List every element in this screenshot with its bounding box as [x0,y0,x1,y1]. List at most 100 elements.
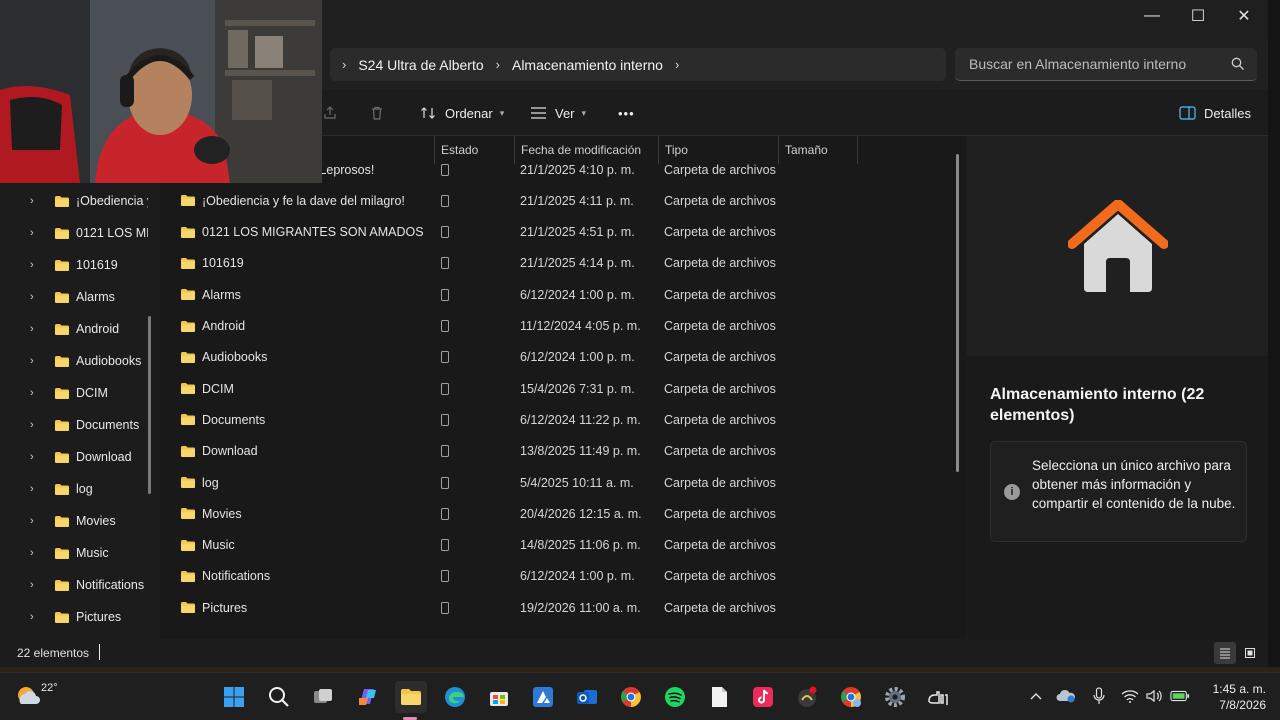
file-row[interactable]: Pictures 19/2/2026 11:00 a. m. Carpeta de … [160,592,955,623]
settings-icon[interactable] [879,681,911,713]
dji-icon[interactable] [923,681,955,713]
nav-item[interactable]: › Movies [0,506,150,536]
chrome-profile-icon[interactable] [835,681,867,713]
weather-widget[interactable]: 22° [14,681,58,707]
breadcrumb-separator[interactable]: › [675,57,679,72]
delete-button[interactable] [369,90,385,136]
details-button[interactable]: Detalles [1179,90,1251,136]
file-row[interactable]: 0121 LOS MIGRANTES SON AMADOS P... 21/1/2… [160,217,955,248]
minimize-button[interactable]: — [1129,0,1175,32]
notepad-icon[interactable] [703,681,735,713]
chevron-up-icon[interactable] [1026,686,1046,706]
maximize-button[interactable]: ☐ [1175,0,1221,32]
wifi-icon[interactable] [1120,686,1140,706]
breadcrumb[interactable]: › S24 Ultra de Alberto › Almacenamiento … [330,48,946,81]
chevron-right-icon[interactable]: › [30,547,42,559]
task-view-icon[interactable] [307,681,339,713]
nav-item[interactable]: › Pictures [0,602,150,632]
file-name-cell: Audiobooks [180,342,425,373]
more-options-button[interactable]: ••• [618,90,635,136]
chrome-icon[interactable] [615,681,647,713]
chevron-right-icon[interactable]: › [30,227,42,239]
share-button[interactable] [322,90,338,136]
breadcrumb-item-device[interactable]: S24 Ultra de Alberto [358,57,483,73]
store-icon[interactable] [483,681,515,713]
search-icon[interactable] [1231,57,1245,71]
file-name-cell: ¡Obediencia y fe la dave del milagro! [180,185,425,216]
chevron-right-icon[interactable]: › [30,419,42,431]
breadcrumb-separator[interactable]: › [496,57,500,72]
view-button[interactable]: Ver ▾ [530,90,586,136]
chevron-right-icon[interactable]: › [30,579,42,591]
chevron-right-icon[interactable]: › [30,355,42,367]
chevron-right-icon[interactable]: › [30,451,42,463]
battery-icon[interactable] [1170,686,1190,706]
nav-item[interactable]: › Download [0,442,150,472]
file-explorer-icon[interactable] [395,681,427,713]
file-row[interactable]: 101619 21/1/2025 4:14 p. m. Carpeta de arc… [160,248,955,279]
chevron-right-icon[interactable]: › [30,259,42,271]
file-row[interactable]: DCIM 15/4/2026 7:31 p. m. Carpeta de archi… [160,373,955,404]
chevron-right-icon[interactable]: › [30,483,42,495]
file-row[interactable]: Audiobooks 6/12/2024 1:00 p. m. Carpeta de… [160,342,955,373]
breadcrumb-separator[interactable]: › [342,57,346,72]
tiles-view-button[interactable] [1239,642,1261,664]
file-type: Carpeta de archivos [664,193,776,208]
nav-item[interactable]: › Documents [0,410,150,440]
chevron-right-icon[interactable]: › [30,515,42,527]
start-icon[interactable] [218,681,250,713]
volume-icon[interactable] [1144,686,1164,706]
file-row[interactable]: Alarms 6/12/2024 1:00 p. m. Carpeta de arc… [160,279,955,310]
chevron-right-icon[interactable]: › [30,195,42,207]
info-icon: i [1004,484,1020,500]
search-icon[interactable] [263,681,295,713]
file-row[interactable]: Documents 6/12/2024 11:22 p. m. Carpeta de… [160,404,955,435]
chevron-right-icon[interactable]: › [30,387,42,399]
nav-item[interactable]: › Audiobooks [0,346,150,376]
clock[interactable]: 1:45 a. m. 7/8/2026 [1196,681,1266,713]
close-button[interactable]: ✕ [1221,0,1267,32]
nav-item[interactable]: › Music [0,538,150,568]
copilot-icon[interactable] [351,681,383,713]
file-row[interactable]: log 5/4/2025 10:11 a. m. Carpeta de archiv… [160,467,955,498]
onedrive-icon[interactable] [1056,686,1076,706]
folder-icon [181,320,195,332]
search-input[interactable]: Buscar en Almacenamiento interno [955,48,1257,81]
nav-item[interactable]: › Alarms [0,282,150,312]
file-row[interactable]: ¡Obediencia y fe la dave del milagro! 21/… [160,185,955,216]
nav-item[interactable]: › Notifications [0,570,150,600]
file-row[interactable]: Notifications 6/12/2024 1:00 p. m. Carpeta… [160,561,955,592]
chevron-right-icon[interactable]: › [30,611,42,623]
azure-icon[interactable] [527,681,559,713]
tiktok-icon[interactable] [747,681,779,713]
file-row[interactable]: Music 14/8/2025 11:06 p. m. Carpeta de arc… [160,530,955,561]
microphone-icon[interactable] [1089,686,1109,706]
nav-scrollbar[interactable] [148,316,151,494]
list-scrollbar[interactable] [956,154,959,472]
folder-icon [55,323,69,335]
nav-item-label: Movies [76,514,116,528]
file-name-cell: DCIM [180,373,425,404]
nav-item[interactable]: › ¡Obediencia y [0,186,150,216]
outlook-icon[interactable] [571,681,603,713]
edge-icon[interactable] [439,681,471,713]
nav-item[interactable]: › log [0,474,150,504]
nav-item[interactable]: › 101619 [0,250,150,280]
nav-item[interactable]: › 0121 LOS MI [0,218,150,248]
nav-item[interactable]: › Android [0,314,150,344]
nav-item[interactable]: › DCIM [0,378,150,408]
chevron-right-icon[interactable]: › [30,323,42,335]
file-row[interactable]: Movies 20/4/2026 12:15 a. m. Carpeta de ar… [160,498,955,529]
folder-icon [181,257,195,269]
breadcrumb-item-storage[interactable]: Almacenamiento interno [512,57,663,73]
sort-button[interactable]: Ordenar ▾ [420,90,504,136]
file-name: Alarms [202,287,241,302]
file-row[interactable]: Download 13/8/2025 11:49 p. m. Carpeta de … [160,436,955,467]
details-view-button[interactable] [1214,642,1236,664]
file-row[interactable]: Android 11/12/2024 4:05 p. m. Carpeta de a… [160,311,955,342]
app-badge-icon[interactable] [791,681,823,713]
spotify-icon[interactable] [659,681,691,713]
nav-item-label: Download [76,450,132,464]
chevron-right-icon[interactable]: › [30,291,42,303]
clock-time: 1:45 a. m. [1212,682,1266,696]
